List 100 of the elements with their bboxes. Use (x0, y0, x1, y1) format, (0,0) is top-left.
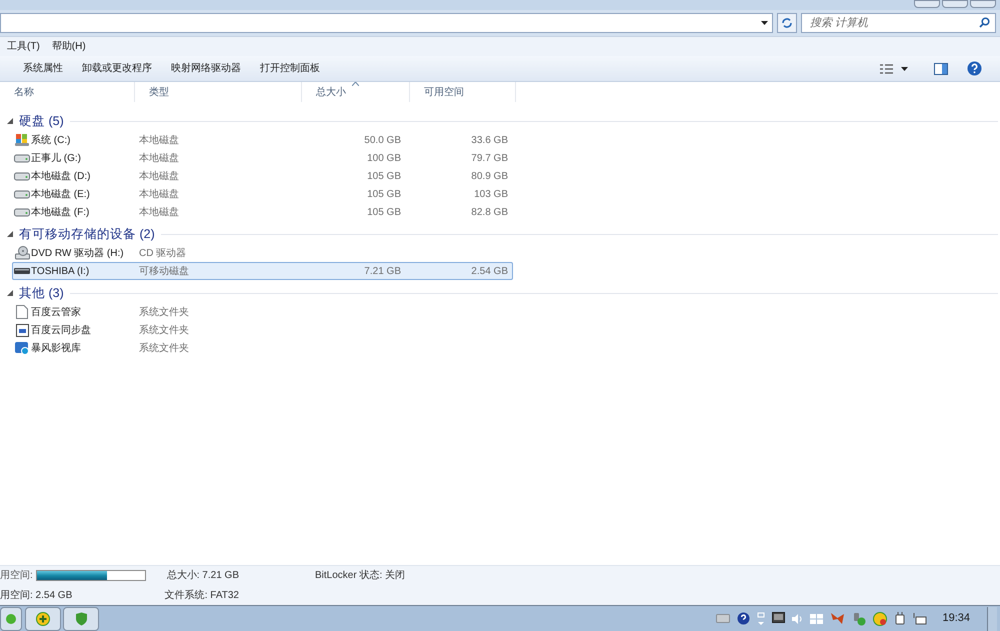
drive-name: 暴风影视库 (31, 342, 81, 354)
hard-drive-icon (14, 207, 30, 217)
menu-item[interactable]: 工具(T) (7, 39, 40, 54)
collapse-triangle-icon[interactable] (7, 290, 13, 296)
group-header[interactable]: 其他 (3) (19, 284, 64, 302)
taskbar-button[interactable] (25, 606, 61, 630)
total-size-text: 总大小: 7.21 GB (166, 568, 240, 584)
drive-type: 系统文件夹 (139, 342, 189, 354)
drive-type: 可移动磁盘 (139, 266, 189, 277)
monitor-icon[interactable] (772, 612, 786, 625)
drive-row[interactable]: 本地磁盘 (F:) 本地磁盘 105 GB 82.8 GB (12, 203, 513, 221)
drive-row[interactable]: 百度云管家 系统文件夹 (12, 303, 513, 321)
free-space: 2.54 GB (471, 264, 508, 278)
window-icon (16, 324, 28, 336)
help-button[interactable] (966, 60, 982, 76)
shield-icon (74, 612, 88, 626)
windows-drive-icon (15, 133, 29, 147)
drive-row[interactable]: 本地磁盘 (D:) 本地磁盘 105 GB 80.9 GB (12, 167, 513, 185)
help-icon[interactable] (737, 612, 750, 625)
total-size: 100 GB (367, 152, 401, 166)
taskbar-button[interactable] (0, 606, 22, 630)
group-header[interactable]: 有可移动存储的设备 (2) (19, 224, 155, 244)
drive-name: 正事儿 (G:) (31, 152, 81, 164)
total-size: 7.21 GB (364, 264, 401, 278)
free-space: 82.8 GB (471, 206, 508, 220)
drive-row[interactable]: DVD RW 驱动器 (H:) CD 驱动器 (12, 244, 513, 262)
minimize-button[interactable] (914, 0, 940, 8)
toolbar-button[interactable]: 打开控制面板 (251, 58, 329, 80)
caret-icon (901, 66, 908, 70)
column-header[interactable]: 名称 (0, 82, 135, 102)
free-space: 33.6 GB (471, 134, 508, 148)
address-field[interactable] (0, 13, 773, 33)
drive-name: 本地磁盘 (E:) (31, 188, 90, 200)
hard-drive-icon (14, 189, 30, 199)
free-space-text: 用空间: 2.54 GB (0, 588, 74, 603)
drive-type: 本地磁盘 (139, 206, 179, 218)
show-desktop-button[interactable] (987, 606, 997, 630)
document-icon (16, 305, 28, 319)
total-size: 105 GB (367, 188, 401, 202)
used-space-label: 用空间: (0, 568, 33, 584)
drive-row[interactable]: 正事儿 (G:) 本地磁盘 100 GB 79.7 GB (12, 149, 513, 167)
total-size: 105 GB (367, 206, 401, 220)
preview-pane-button[interactable] (933, 60, 949, 76)
drive-name: TOSHIBA (I:) (31, 266, 90, 277)
drive-row[interactable]: 暴风影视库 系统文件夹 (12, 339, 513, 357)
maximize-button[interactable] (942, 0, 968, 8)
column-header[interactable]: 可用空间 (410, 82, 516, 102)
details-view-icon (880, 64, 893, 74)
drive-name: 百度云同步盘 (31, 324, 91, 336)
drive-type: CD 驱动器 (139, 248, 186, 259)
collapse-triangle-icon[interactable] (7, 231, 13, 237)
toolbar-button[interactable]: 系统属性 (14, 58, 72, 80)
drive-name: 百度云管家 (31, 306, 81, 318)
drive-row[interactable]: 百度云同步盘 系统文件夹 (12, 321, 513, 339)
refresh-icon (781, 17, 793, 29)
menu-item[interactable]: 帮助(H) (52, 39, 86, 54)
drive-row[interactable]: 本地磁盘 (E:) 本地磁盘 105 GB 103 GB (12, 185, 513, 203)
drive-type: 本地磁盘 (139, 170, 179, 182)
optical-drive-icon (14, 246, 30, 260)
total-size: 50.0 GB (364, 134, 401, 148)
free-space: 80.9 GB (471, 170, 508, 184)
group-header[interactable]: 硬盘 (5) (19, 112, 64, 130)
show-hidden-icons-icon[interactable] (757, 612, 766, 625)
search-field[interactable]: 搜索 计算机 (801, 13, 996, 33)
speaker-icon[interactable] (792, 612, 804, 624)
drive-type: 本地磁盘 (139, 188, 179, 200)
windows-icon[interactable] (810, 612, 824, 624)
refresh-button[interactable] (777, 13, 797, 33)
dropdown-arrow-icon (761, 21, 768, 25)
drive-name: DVD RW 驱动器 (H:) (31, 248, 124, 259)
drive-name: 本地磁盘 (D:) (31, 170, 90, 182)
drive-type: 系统文件夹 (139, 324, 189, 336)
drive-type: 系统文件夹 (139, 306, 189, 318)
drive-row[interactable]: TOSHIBA (I:) 可移动磁盘 7.21 GB 2.54 GB (12, 262, 513, 280)
search-icon (979, 17, 990, 28)
usb-drive-icon (14, 268, 30, 274)
drive-type: 本地磁盘 (139, 134, 179, 146)
free-space: 103 GB (474, 188, 508, 202)
toolbar-button[interactable]: 卸载或更改程序 (73, 58, 161, 80)
hard-drive-icon (14, 153, 30, 163)
drive-row[interactable]: 系统 (C:) 本地磁盘 50.0 GB 33.6 GB (12, 131, 513, 149)
taskbar-button[interactable] (63, 606, 99, 630)
clock[interactable]: 19:34 (942, 610, 970, 627)
toolbar-button[interactable]: 映射网络驱动器 (162, 58, 250, 80)
collapse-triangle-icon[interactable] (7, 118, 13, 124)
drive-type: 本地磁盘 (139, 152, 179, 164)
help-icon (966, 61, 982, 76)
column-header[interactable]: 总大小 (302, 82, 410, 102)
network-icon[interactable] (913, 612, 928, 626)
hard-drive-icon (14, 171, 30, 181)
close-button[interactable] (970, 0, 996, 8)
power-plug-icon[interactable] (894, 612, 906, 626)
column-header[interactable]: 类型 (135, 82, 302, 102)
keyboard-icon[interactable] (716, 614, 730, 623)
free-space: 79.7 GB (471, 152, 508, 166)
bitlocker-status: BitLocker 状态: 关闭 (315, 568, 406, 584)
drive-name: 系统 (C:) (31, 134, 70, 146)
pane-icon (934, 62, 948, 74)
media-library-icon (15, 341, 29, 355)
drive-name: 本地磁盘 (F:) (31, 206, 90, 218)
